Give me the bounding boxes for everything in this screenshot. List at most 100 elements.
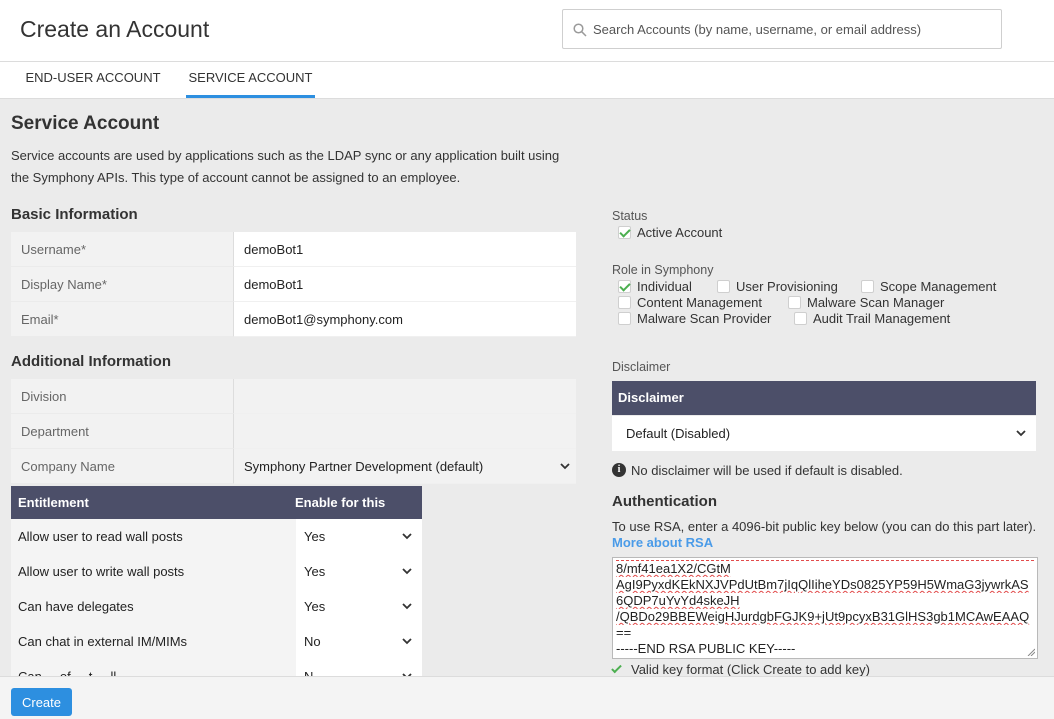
checkbox-icon [861, 280, 874, 293]
key-line: /QBDo29BBEWeigHJurdgbFGJK9+jUt9pcyxB31Gl… [616, 609, 1030, 624]
department-field[interactable] [233, 414, 576, 449]
role-checkbox-user-provisioning[interactable]: User Provisioning [711, 279, 838, 295]
chevron-down-icon [402, 568, 412, 575]
role-label-audit-trail-management: Audit Trail Management [813, 311, 951, 326]
checkbox-icon [618, 296, 631, 309]
disclaimer-select[interactable]: Default (Disabled) [612, 416, 1036, 451]
checkbox-checked-icon [618, 226, 631, 239]
resize-handle-icon[interactable] [1027, 648, 1035, 656]
key-validation-text: Valid key format (Click Create to add ke… [631, 662, 870, 677]
account-type-tabs: END-USER ACCOUNT SERVICE ACCOUNT [0, 62, 1054, 99]
role-label-individual: Individual [637, 279, 692, 294]
active-account-label: Active Account [637, 225, 723, 240]
key-line: == [616, 625, 632, 640]
department-row: Department [11, 414, 576, 449]
display-name-label: Display Name* [11, 267, 233, 302]
company-name-label: Company Name [11, 449, 233, 484]
entitlement-select[interactable]: No [296, 624, 422, 659]
role-checkbox-individual[interactable]: Individual [612, 279, 692, 295]
entitlement-name: Allow user to read wall posts [11, 519, 296, 554]
key-line: -----END RSA PUBLIC KEY----- [616, 641, 796, 656]
chevron-down-icon [402, 603, 412, 610]
basic-information-form: Username* demoBot1 Display Name* demoBot… [11, 232, 576, 337]
entitlement-name: Can chat in external IM/MIMs [11, 624, 296, 659]
checkbox-icon [618, 312, 631, 325]
entitlement-name: Can have delegates [11, 589, 296, 624]
entitlement-table-header: Entitlement Enable for this user? [11, 486, 422, 543]
role-checkbox-audit-trail-management[interactable]: Audit Trail Management [788, 311, 950, 327]
search-box[interactable] [562, 9, 1002, 49]
chevron-down-icon [560, 463, 570, 470]
key-line: 6QDP7uYvYd4skeJH [616, 593, 740, 608]
page-footer: Create [0, 676, 1054, 719]
role-label: Role in Symphony [612, 263, 714, 277]
key-line: 8/mf41ea1X2/CGtM [616, 561, 731, 576]
tab-end-user-account[interactable]: END-USER ACCOUNT [16, 62, 170, 98]
checkbox-icon [794, 312, 807, 325]
create-button[interactable]: Create [11, 688, 72, 716]
role-checkbox-malware-scan-manager[interactable]: Malware Scan Manager [782, 295, 944, 311]
username-label: Username* [11, 232, 233, 267]
basic-information-heading: Basic Information [11, 206, 138, 223]
entitlement-select[interactable]: Yes [296, 554, 422, 589]
section-description: Service accounts are used by application… [11, 148, 560, 185]
page-header: Create an Account [0, 0, 1054, 62]
more-about-rsa-link[interactable]: More about RSA [612, 535, 713, 550]
status-label: Status [612, 209, 648, 223]
chevron-down-icon [402, 533, 412, 540]
search-input[interactable] [593, 10, 993, 48]
display-name-field[interactable]: demoBot1 [233, 267, 576, 302]
division-row: Division [11, 379, 576, 414]
division-label: Division [11, 379, 233, 414]
company-name-value: Symphony Partner Development (default) [244, 459, 484, 474]
authentication-description: To use RSA, enter a 4096-bit public key … [612, 519, 1037, 534]
additional-information-heading: Additional Information [11, 353, 171, 370]
display-name-row: Display Name* demoBot1 [11, 267, 576, 302]
checkbox-icon [717, 280, 730, 293]
role-label-malware-scan-manager: Malware Scan Manager [807, 295, 945, 310]
chevron-down-icon [1016, 430, 1026, 437]
entitlement-column-header: Entitlement [18, 495, 89, 510]
checkbox-icon [788, 296, 801, 309]
role-label-malware-scan-provider: Malware Scan Provider [637, 311, 772, 326]
department-label: Department [11, 414, 233, 449]
role-label-scope-management: Scope Management [880, 279, 997, 294]
entitlement-select[interactable]: Yes [296, 519, 422, 554]
entitlement-value: No [304, 634, 321, 649]
section-title: Service Account [11, 113, 160, 134]
checkmark-icon [611, 662, 622, 674]
table-row: Can have delegates Yes [11, 589, 422, 624]
email-field[interactable]: demoBot1@symphony.com [233, 302, 576, 337]
rsa-public-key-textarea[interactable]: 8/mf41ea1X2/CGtM AgI9PyxdKEkNXJVPdUtBm7j… [612, 557, 1038, 659]
table-row: Can chat in external IM/MIMs No [11, 624, 422, 659]
entitlement-value: Yes [304, 599, 326, 614]
role-checkbox-malware-scan-provider[interactable]: Malware Scan Provider [612, 311, 771, 327]
division-field[interactable] [233, 379, 576, 414]
tab-service-account[interactable]: SERVICE ACCOUNT [186, 62, 315, 98]
role-checkbox-scope-management[interactable]: Scope Management [855, 279, 996, 295]
disclaimer-header: Disclaimer [612, 381, 1036, 415]
email-row: Email* demoBot1@symphony.com [11, 302, 576, 337]
table-row: Allow user to read wall posts Yes [11, 519, 422, 554]
entitlement-name: Allow user to write wall posts [11, 554, 296, 589]
chevron-down-icon [402, 638, 412, 645]
disclaimer-value: Default (Disabled) [626, 426, 731, 441]
entitlement-select[interactable]: Yes [296, 589, 422, 624]
entitlement-table: Entitlement Enable for this user? Allow … [11, 486, 422, 679]
authentication-heading: Authentication [612, 493, 717, 510]
active-account-checkbox[interactable]: Active Account [612, 225, 722, 241]
email-label: Email* [11, 302, 233, 337]
table-row: Allow user to write wall posts Yes [11, 554, 422, 589]
role-label-user-provisioning: User Provisioning [736, 279, 838, 294]
role-label-content-management: Content Management [637, 295, 763, 310]
key-validation-message: Valid key format (Click Create to add ke… [611, 662, 870, 677]
username-field[interactable]: demoBot1 [233, 232, 576, 267]
additional-information-form: Division Department Company Name Symphon… [11, 379, 576, 484]
role-checkbox-content-management[interactable]: Content Management [612, 295, 762, 311]
company-name-row: Company Name Symphony Partner Developmen… [11, 449, 576, 484]
company-name-select[interactable]: Symphony Partner Development (default) [233, 449, 576, 484]
disclaimer-info: i No disclaimer will be used if default … [612, 463, 903, 478]
key-line: AgI9PyxdKEkNXJVPdUtBm7jIqQlIiheYDs0825YP… [616, 577, 1029, 592]
entitlement-value: Yes [304, 564, 326, 579]
checkbox-checked-icon [618, 280, 631, 293]
